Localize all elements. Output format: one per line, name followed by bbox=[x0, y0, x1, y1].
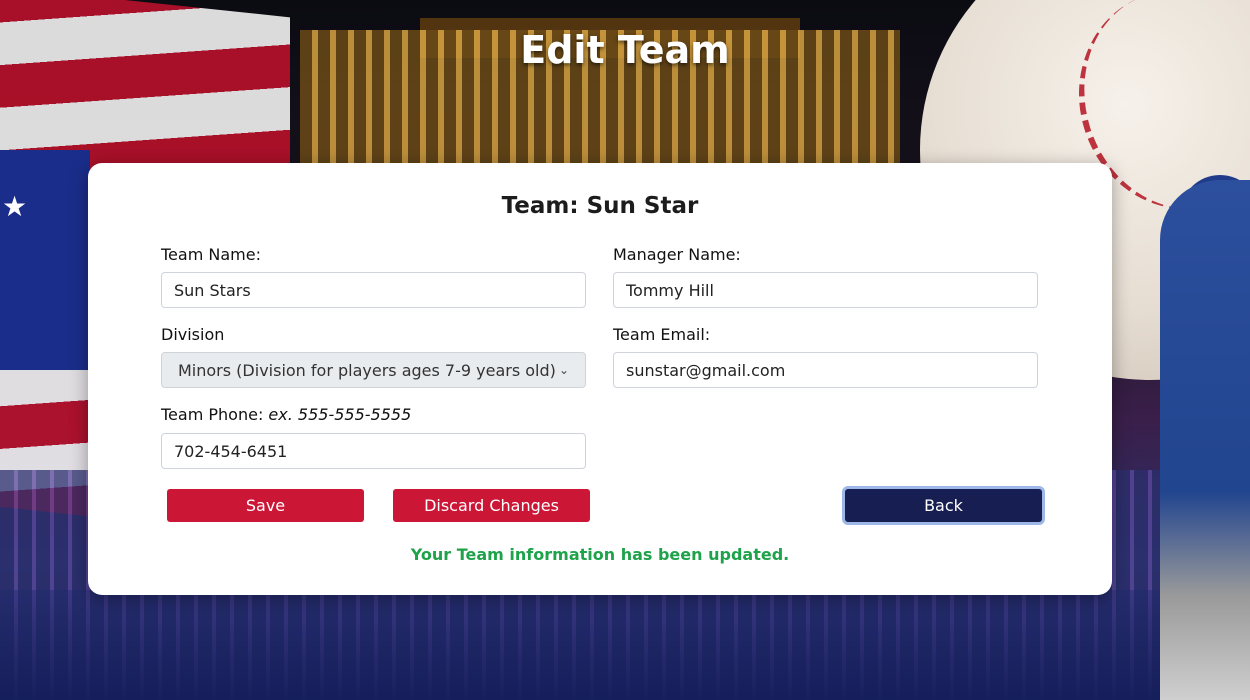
team-name-label: Team Name: bbox=[161, 245, 261, 264]
status-message: Your Team information has been updated. bbox=[410, 545, 790, 564]
team-phone-input[interactable] bbox=[161, 433, 586, 469]
flag-star-icon: ★ bbox=[2, 190, 28, 223]
city-glow-decoration bbox=[0, 590, 1250, 700]
card-title: Team: Sun Star bbox=[501, 193, 699, 219]
page-title: Edit Team bbox=[520, 28, 730, 72]
division-selected-value: Minors (Division for players ages 7-9 ye… bbox=[178, 360, 556, 380]
back-button[interactable]: Back bbox=[845, 489, 1042, 522]
team-phone-hint: ex. 555-555-5555 bbox=[268, 405, 412, 424]
manager-name-input[interactable] bbox=[613, 272, 1038, 308]
team-phone-label-text: Team Phone: bbox=[161, 405, 269, 424]
team-name-input[interactable] bbox=[161, 272, 586, 308]
team-email-input[interactable] bbox=[613, 352, 1038, 388]
save-button[interactable]: Save bbox=[167, 489, 364, 522]
team-phone-label: Team Phone: ex. 555-555-5555 bbox=[161, 405, 411, 424]
chevron-down-icon: ⌄ bbox=[558, 363, 569, 377]
team-email-label: Team Email: bbox=[613, 325, 711, 344]
edit-team-card: Team: Sun Star Team Name: Manager Name: … bbox=[88, 163, 1112, 595]
division-label: Division bbox=[161, 325, 225, 344]
player-decoration bbox=[1160, 180, 1250, 700]
discard-changes-button[interactable]: Discard Changes bbox=[393, 489, 590, 522]
flag-canton bbox=[0, 150, 90, 370]
division-select[interactable]: Minors (Division for players ages 7-9 ye… bbox=[161, 352, 586, 388]
manager-name-label: Manager Name: bbox=[613, 245, 741, 264]
